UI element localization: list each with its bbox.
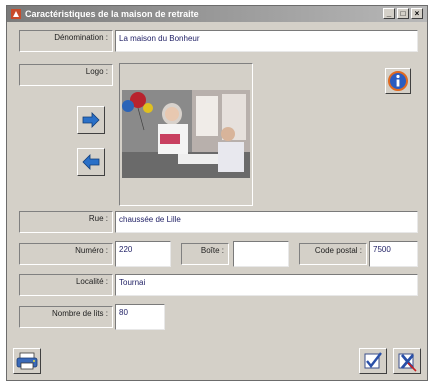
- locality-field[interactable]: Tournai: [115, 274, 418, 296]
- close-button[interactable]: ×: [411, 8, 423, 19]
- cancel-button[interactable]: [393, 348, 421, 374]
- printer-icon: [16, 352, 38, 370]
- window-title: Caractéristiques de la maison de retrait…: [25, 9, 199, 19]
- beds-label: Nombre de lits :: [19, 306, 113, 328]
- window: Caractéristiques de la maison de retrait…: [6, 5, 428, 381]
- info-button[interactable]: [385, 68, 411, 94]
- print-button[interactable]: [13, 348, 41, 374]
- postal-code-label: Code postal :: [299, 243, 367, 265]
- box-label: Boîte :: [181, 243, 229, 265]
- name-field[interactable]: La maison du Bonheur: [115, 30, 418, 52]
- locality-label: Localité :: [19, 274, 113, 296]
- postal-code-field[interactable]: 7500: [369, 241, 418, 267]
- logo-image[interactable]: [122, 90, 250, 178]
- next-logo-button[interactable]: [77, 106, 105, 134]
- number-label: Numéro :: [19, 243, 113, 265]
- checkmark-icon: [364, 352, 382, 369]
- arrow-left-icon: [82, 154, 100, 170]
- maximize-button[interactable]: □: [397, 8, 409, 19]
- minimize-button[interactable]: _: [383, 8, 395, 19]
- validate-button[interactable]: [359, 348, 387, 374]
- box-field[interactable]: [233, 241, 289, 267]
- cancel-icon: [398, 353, 417, 372]
- street-label: Rue :: [19, 211, 113, 233]
- arrow-right-icon: [82, 112, 100, 128]
- previous-logo-button[interactable]: [77, 148, 105, 176]
- number-field[interactable]: 220: [115, 241, 171, 267]
- logo-label: Logo :: [19, 64, 113, 86]
- app-icon: [11, 9, 21, 19]
- logo-frame: [119, 63, 253, 206]
- beds-field[interactable]: 80: [115, 304, 165, 330]
- street-field[interactable]: chaussée de Lille: [115, 211, 418, 233]
- name-label: Dénomination :: [19, 30, 113, 52]
- title-bar[interactable]: Caractéristiques de la maison de retrait…: [7, 6, 427, 22]
- info-icon: [388, 71, 408, 91]
